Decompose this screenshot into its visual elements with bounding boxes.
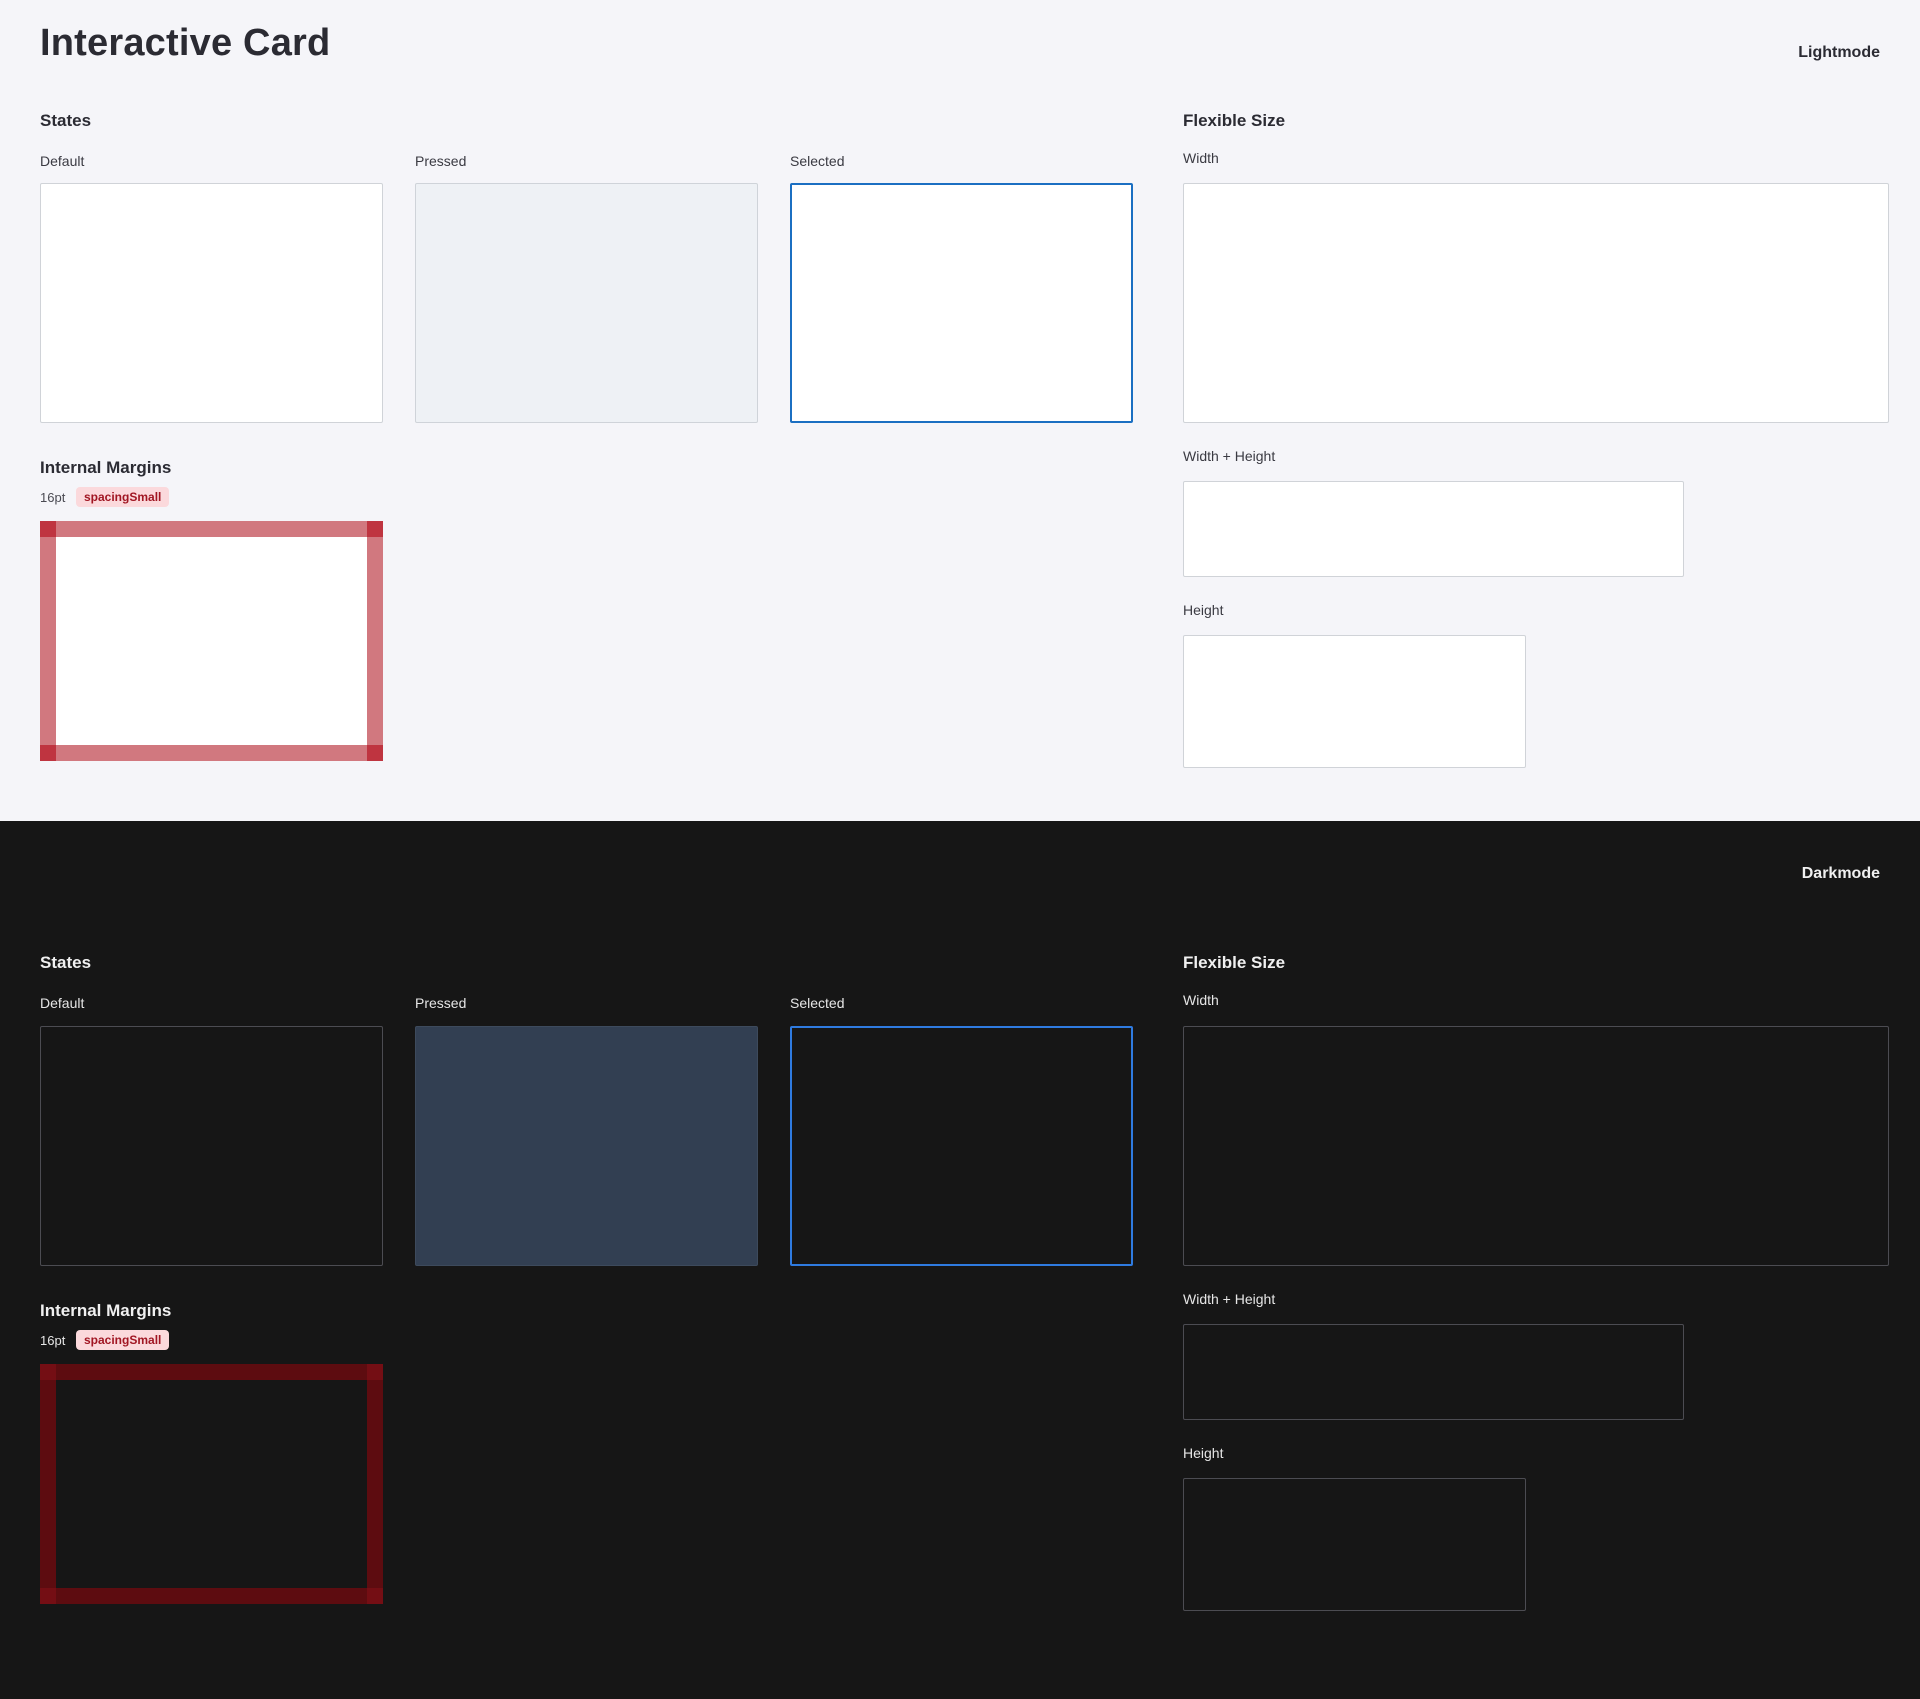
states-heading: States <box>40 953 92 972</box>
card-flex-width[interactable] <box>1183 183 1889 423</box>
margin-content-area <box>56 537 367 745</box>
card-flex-height[interactable] <box>1183 1478 1526 1611</box>
card-default[interactable] <box>40 1026 383 1266</box>
flex-label-width: Width <box>1183 150 1219 166</box>
card-selected[interactable] <box>790 183 1133 423</box>
state-label-selected: Selected <box>790 995 845 1011</box>
card-pressed[interactable] <box>415 183 758 423</box>
state-label-pressed: Pressed <box>415 995 467 1011</box>
state-label-selected: Selected <box>790 153 845 169</box>
margin-corner <box>40 1588 56 1604</box>
card-flex-width-height[interactable] <box>1183 481 1684 577</box>
token-badge: spacingSmall <box>76 487 170 507</box>
margin-value: 16pt <box>40 1333 66 1348</box>
margin-value: 16pt <box>40 490 66 505</box>
card-default[interactable] <box>40 183 383 423</box>
flex-label-height: Height <box>1183 602 1224 618</box>
flexible-size-heading: Flexible Size <box>1183 953 1286 972</box>
flex-label-width: Width <box>1183 992 1219 1008</box>
flex-label-height: Height <box>1183 1445 1224 1461</box>
margin-corner <box>40 521 56 537</box>
card-pressed[interactable] <box>415 1026 758 1266</box>
margin-demo-card <box>40 1364 383 1604</box>
card-selected[interactable] <box>790 1026 1133 1266</box>
margin-corner <box>367 745 383 761</box>
flex-label-width-height: Width + Height <box>1183 1291 1276 1307</box>
flex-label-width-height: Width + Height <box>1183 448 1276 464</box>
state-label-default: Default <box>40 153 85 169</box>
state-label-default: Default <box>40 995 85 1011</box>
card-flex-height[interactable] <box>1183 635 1526 768</box>
darkmode-section: Darkmode States Default Pressed Selected… <box>0 821 1920 1699</box>
margin-corner <box>40 1364 56 1380</box>
margin-corner <box>367 1364 383 1380</box>
internal-margins-heading: Internal Margins <box>40 1301 172 1320</box>
lightmode-section: Interactive Card Lightmode States Defaul… <box>0 0 1920 821</box>
lightmode-label: Lightmode <box>1798 44 1880 61</box>
margin-corner <box>367 521 383 537</box>
page-title: Interactive Card <box>40 22 331 64</box>
margin-content-area <box>56 1380 367 1588</box>
token-badge: spacingSmall <box>76 1330 170 1350</box>
margin-demo-card <box>40 521 383 761</box>
margin-corner <box>40 745 56 761</box>
card-flex-width-height[interactable] <box>1183 1324 1684 1420</box>
darkmode-label: Darkmode <box>1801 865 1880 882</box>
states-heading: States <box>40 111 92 130</box>
state-label-pressed: Pressed <box>415 153 467 169</box>
margin-corner <box>367 1588 383 1604</box>
flexible-size-heading: Flexible Size <box>1183 111 1286 130</box>
internal-margins-heading: Internal Margins <box>40 458 172 477</box>
card-flex-width[interactable] <box>1183 1026 1889 1266</box>
